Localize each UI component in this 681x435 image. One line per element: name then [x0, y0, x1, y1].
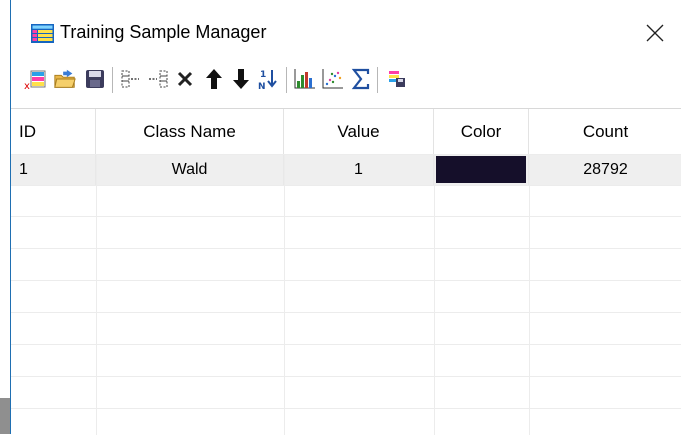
background-strip: [0, 0, 10, 434]
sample-table: ID Class Name Value Color Count 1 Wald 1…: [11, 108, 681, 435]
close-icon: [646, 24, 664, 42]
open-folder-icon: [54, 69, 76, 88]
title-bar: Training Sample Manager: [11, 0, 681, 54]
split-button[interactable]: [147, 67, 171, 91]
grid-line: [284, 154, 285, 435]
grid-line: [11, 408, 681, 409]
save-button[interactable]: [83, 67, 107, 91]
statistics-sigma-icon: [351, 68, 370, 90]
cell-class-name[interactable]: Wald: [96, 154, 284, 185]
close-button[interactable]: [640, 18, 670, 48]
column-header-label: ID: [19, 121, 36, 141]
column-header-label: Count: [582, 121, 629, 141]
column-header-class-name[interactable]: Class Name: [96, 109, 284, 154]
export-button[interactable]: [385, 67, 409, 91]
scatter-plot-icon: [322, 69, 343, 89]
delete-icon: [177, 71, 193, 87]
histogram-button[interactable]: [293, 67, 317, 91]
sort-button[interactable]: 1 N: [257, 67, 281, 91]
column-header-id[interactable]: ID: [11, 109, 96, 154]
grid-line: [529, 154, 530, 435]
open-button[interactable]: [53, 67, 77, 91]
toolbar-separator: [377, 67, 378, 93]
table-app-icon: [31, 24, 54, 43]
statistics-button[interactable]: [349, 67, 373, 91]
new-sample-button[interactable]: x: [23, 67, 47, 91]
new-sample-icon: x: [24, 70, 46, 91]
cell-id: 1: [11, 154, 96, 185]
grid-line: [11, 376, 681, 377]
move-down-icon: [233, 69, 249, 89]
cell-value[interactable]: 1: [284, 154, 434, 185]
column-header-label: Value: [337, 121, 380, 141]
export-icon: [389, 71, 405, 87]
column-header-color[interactable]: Color: [434, 109, 529, 154]
move-up-button[interactable]: [202, 67, 226, 91]
background-gray-block: [0, 398, 10, 434]
grid-line: [11, 312, 681, 313]
move-down-button[interactable]: [229, 67, 253, 91]
column-header-value[interactable]: Value: [284, 109, 434, 154]
svg-text:1: 1: [260, 70, 266, 80]
sort-icon: 1 N: [258, 70, 277, 91]
grid-line: [11, 248, 681, 249]
training-sample-manager-window: Training Sample Manager x 1 N ID Class N…: [10, 0, 681, 435]
grid-line: [11, 216, 681, 217]
table-row[interactable]: 1 Wald 1 28792: [11, 154, 681, 185]
toolbar-separator: [112, 67, 113, 93]
merge-classes-icon: [121, 70, 139, 88]
grid-line: [11, 185, 681, 186]
merge-button[interactable]: [119, 67, 143, 91]
column-header-label: Class Name: [143, 121, 236, 141]
grid-line: [434, 154, 435, 435]
window-title: Training Sample Manager: [60, 22, 267, 42]
grid-line: [11, 280, 681, 281]
delete-button[interactable]: [173, 67, 197, 91]
svg-text:x: x: [24, 81, 30, 91]
color-swatch[interactable]: [436, 156, 526, 183]
column-header-label: Color: [460, 121, 502, 141]
grid-line: [11, 344, 681, 345]
grid-line: [96, 154, 97, 435]
toolbar-separator: [286, 67, 287, 93]
save-icon: [86, 70, 104, 88]
histogram-icon: [294, 69, 315, 89]
split-class-icon: [149, 70, 168, 88]
column-header-count[interactable]: Count: [529, 109, 681, 154]
cell-color[interactable]: [434, 154, 529, 185]
scatter-plot-button[interactable]: [321, 67, 345, 91]
grid-line: [11, 154, 681, 155]
toolbar: x 1 N: [11, 61, 681, 105]
cell-count: 28792: [583, 160, 628, 178]
move-up-icon: [206, 69, 222, 89]
svg-text:N: N: [258, 82, 266, 91]
